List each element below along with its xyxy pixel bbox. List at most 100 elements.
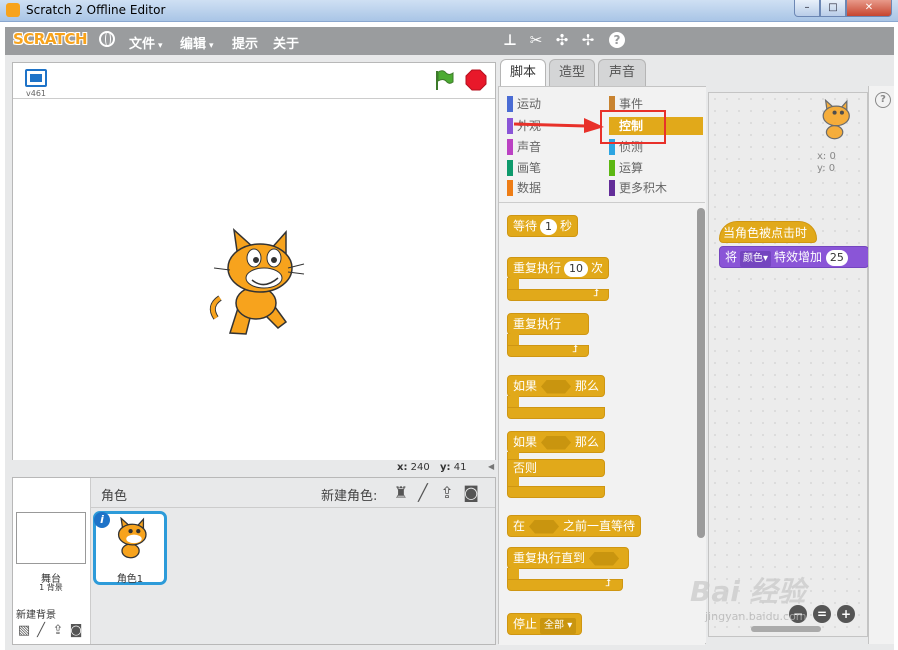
sprite-list: i 角色1	[91, 508, 495, 644]
category-pen[interactable]: 画笔	[507, 159, 541, 177]
new-backdrop-label: 新建背景	[16, 610, 56, 621]
sprite-header: 角色 新建角色: ♜ ╱ ⇪ ◙	[91, 478, 495, 508]
swatch	[507, 180, 513, 196]
info-icon[interactable]: i	[94, 512, 110, 528]
block-stop[interactable]: 停止 全部 ▾	[507, 613, 583, 635]
duplicate-icon[interactable]: ⊥	[501, 31, 519, 49]
fullscreen-icon[interactable]	[25, 69, 47, 87]
backdrop-count: 1 背景	[39, 583, 63, 592]
c-foot	[507, 486, 605, 498]
loop-arrow-icon: ⮥	[572, 344, 578, 355]
sprite-tile[interactable]: i 角色1	[93, 511, 167, 585]
shrink-icon[interactable]: ✢	[579, 31, 597, 49]
block-change-effect[interactable]: 将颜色▾ 特效增加 25	[719, 246, 869, 268]
category-sound[interactable]: 声音	[507, 138, 541, 156]
upload-sprite-icon[interactable]: ⇪	[437, 483, 457, 503]
grow-icon[interactable]: ✣	[553, 31, 571, 49]
stop-dropdown[interactable]: 全部 ▾	[540, 618, 577, 634]
block-wait-until[interactable]: 在之前一直等待	[507, 515, 642, 537]
block-wait[interactable]: 等待 1 秒	[507, 215, 579, 237]
menu-about[interactable]: 关于	[273, 33, 299, 52]
boolean-slot[interactable]	[541, 435, 572, 450]
sprite-library-icon[interactable]: ♜	[391, 483, 411, 503]
globe-icon[interactable]	[99, 31, 115, 47]
swatch	[507, 160, 513, 176]
control-blocks: 等待 1 秒 重复执行 10 次 ⮥ 重复执行 ⮥ 如果 那么 如果 那么 否则 在之前一直…	[499, 205, 705, 645]
loop-arrow-icon: ⮥	[605, 578, 611, 589]
annotation-arrow-icon	[513, 118, 604, 133]
camera-sprite-icon[interactable]: ◙	[461, 483, 481, 503]
menu-bar: SCRATCH 文件 ▾ 编辑 ▾ 提示 关于 ⊥ ✂ ✣ ✢ ?	[5, 27, 894, 55]
block-when-clicked[interactable]: 当角色被点击时	[719, 221, 817, 243]
swatch	[507, 96, 513, 112]
swatch	[609, 180, 615, 196]
category-motion[interactable]: 运动	[507, 95, 541, 113]
help-sidebar: ?	[868, 86, 894, 644]
effect-dropdown[interactable]: 颜色▾	[740, 251, 772, 267]
swatch	[609, 160, 615, 176]
stage-column: 舞台 1 背景 新建背景 ▧ ╱ ⇪ ◙	[13, 478, 91, 644]
tab-scripts[interactable]: 脚本	[500, 59, 546, 87]
sprite-preview-icon	[822, 99, 850, 140]
minimize-button[interactable]: –	[794, 0, 820, 17]
camera-backdrop-icon[interactable]: ◙	[68, 624, 84, 638]
stage-canvas[interactable]	[13, 100, 495, 460]
annotation-highlight	[600, 110, 666, 144]
chevron-down-icon: ▾	[158, 41, 163, 51]
sprite-name: 角色1	[116, 574, 144, 585]
chevron-down-icon: ▾	[209, 41, 214, 51]
watermark-url: jingyan.baidu.com	[705, 610, 807, 623]
help-icon[interactable]: ?	[875, 92, 891, 108]
new-sprite-label: 新建角色:	[321, 489, 378, 504]
window-title: Scratch 2 Offline Editor	[26, 3, 166, 17]
sprites-label: 角色	[101, 489, 128, 504]
swatch	[507, 139, 513, 155]
menu-edit[interactable]: 编辑 ▾	[180, 33, 214, 52]
help-icon[interactable]: ?	[609, 32, 625, 48]
boolean-slot[interactable]	[589, 551, 620, 566]
version-label: v461	[26, 89, 47, 98]
block-repeat-until[interactable]: 重复执行直到	[507, 547, 630, 569]
zoom-reset-icon[interactable]: =	[813, 605, 831, 623]
watermark-logo: Bai 经验	[690, 575, 806, 608]
block-repeat[interactable]: 重复执行 10 次	[507, 257, 610, 279]
stop-icon[interactable]	[465, 69, 487, 91]
category-operators[interactable]: 运算	[609, 159, 643, 177]
category-more-blocks[interactable]: 更多积木	[609, 179, 667, 197]
delete-icon[interactable]: ✂	[527, 31, 545, 49]
stage-panel: v461	[12, 62, 496, 460]
sprite-pane: 舞台 1 背景 新建背景 ▧ ╱ ⇪ ◙ 角色 新建角色: ♜ ╱ ⇪ ◙ i …	[12, 477, 496, 645]
palette-scrollbar[interactable]	[697, 208, 705, 538]
green-flag-icon[interactable]	[433, 69, 455, 91]
category-list: 运动 事件 外观 控制 声音 侦测 画笔 运算 数据 更多积木	[499, 87, 705, 203]
app-icon	[6, 3, 20, 17]
tab-costumes[interactable]: 造型	[549, 59, 595, 86]
close-button[interactable]: ✕	[846, 0, 892, 17]
menu-file[interactable]: 文件 ▾	[129, 33, 163, 52]
title-bar: Scratch 2 Offline Editor – □ ✕	[0, 0, 898, 22]
category-data[interactable]: 数据	[507, 179, 541, 197]
block-if-else[interactable]: 如果 那么	[507, 431, 606, 453]
collapse-stage-icon[interactable]: ◀	[488, 462, 498, 474]
scripts-scrollbar[interactable]	[751, 626, 821, 632]
tab-sounds[interactable]: 声音	[598, 59, 646, 86]
scratch-logo[interactable]: SCRATCH	[13, 30, 88, 48]
cat-sprite-icon[interactable]	[208, 228, 306, 338]
upload-backdrop-icon[interactable]: ⇪	[50, 624, 66, 638]
maximize-button[interactable]: □	[820, 0, 846, 17]
paint-sprite-icon[interactable]: ╱	[413, 483, 433, 503]
loop-arrow-icon: ⮥	[593, 288, 599, 299]
boolean-slot[interactable]	[541, 379, 572, 394]
stage-thumbnail[interactable]	[16, 512, 86, 564]
backdrop-library-icon[interactable]: ▧	[16, 624, 32, 638]
cat-thumbnail-icon	[117, 517, 147, 559]
block-palette: 运动 事件 外观 控制 声音 侦测 画笔 运算 数据 更多积木 等待 1 秒 重复执…	[498, 86, 706, 645]
zoom-in-icon[interactable]: +	[837, 605, 855, 623]
mouse-coordinates: x: 240 y: 41	[12, 460, 496, 476]
boolean-slot[interactable]	[529, 519, 560, 534]
menu-tips[interactable]: 提示	[232, 33, 258, 52]
block-forever[interactable]: 重复执行	[507, 313, 589, 335]
paint-backdrop-icon[interactable]: ╱	[33, 624, 49, 638]
scripts-area[interactable]: x: 0 y: 0 当角色被点击时 将颜色▾ 特效增加 25 − = +	[708, 92, 869, 637]
block-if-then[interactable]: 如果 那么	[507, 375, 606, 397]
